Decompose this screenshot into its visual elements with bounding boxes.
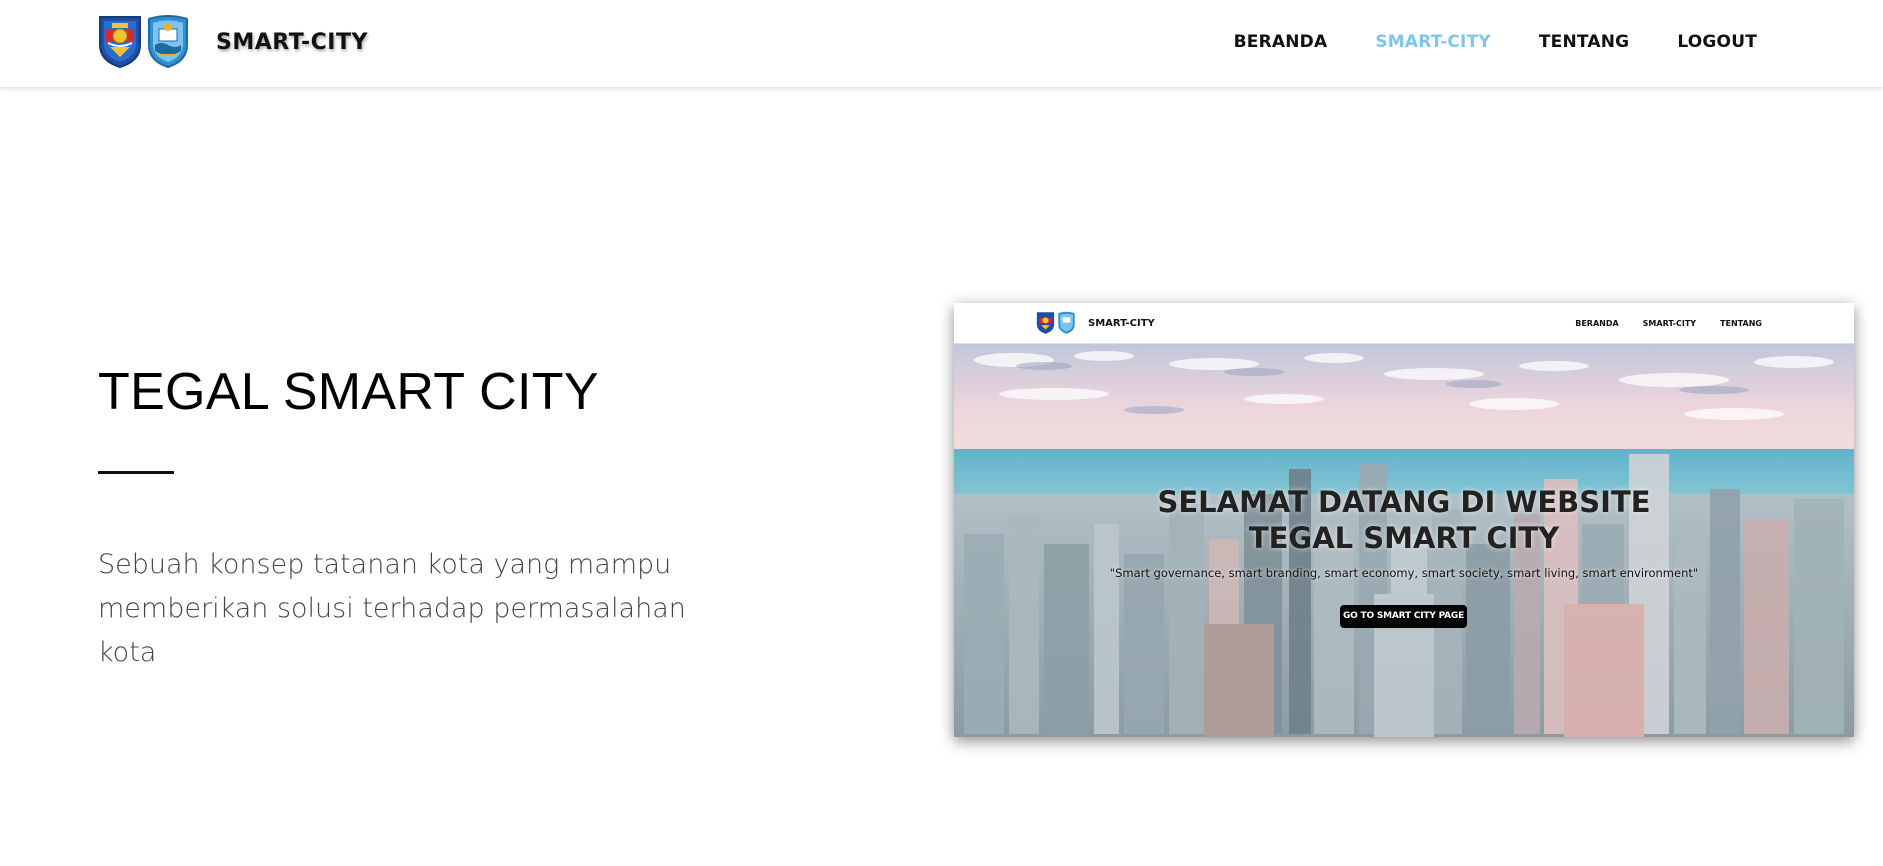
tegal-city-crest-icon <box>1057 311 1076 335</box>
tegal-city-crest-icon <box>146 15 190 69</box>
preview-navbar: SMART-CITY BERANDA SMART-CITY TENTANG <box>954 303 1854 344</box>
nav-link-logout[interactable]: LOGOUT <box>1677 32 1757 52</box>
preview-hero: SELAMAT DATANG DI WEBSITE TEGAL SMART CI… <box>954 344 1854 737</box>
preview-nav-link-smart-city: SMART-CITY <box>1642 319 1697 328</box>
website-preview-image: SMART-CITY BERANDA SMART-CITY TENTANG SE… <box>954 303 1854 737</box>
title-divider <box>98 471 174 474</box>
top-navbar: SMART-CITY BERANDA SMART-CITY TENTANG LO… <box>0 0 1883 87</box>
nav-links: BERANDA SMART-CITY TENTANG LOGOUT <box>1186 0 1757 84</box>
preview-go-to-smart-city-button: GO TO SMART CITY PAGE <box>1340 605 1467 628</box>
preview-subtitle: "Smart governance, smart branding, smart… <box>1109 566 1699 580</box>
nav-link-tentang[interactable]: TENTANG <box>1539 32 1629 52</box>
preview-welcome-line1: SELAMAT DATANG DI WEBSITE <box>1157 485 1651 519</box>
preview-nav-link-beranda: BERANDA <box>1575 319 1619 328</box>
preview-welcome-heading: SELAMAT DATANG DI WEBSITE TEGAL SMART CI… <box>954 484 1854 556</box>
nav-link-beranda[interactable]: BERANDA <box>1234 32 1328 52</box>
preview-nav-links: BERANDA SMART-CITY TENTANG <box>1551 303 1762 344</box>
preview-brand: SMART-CITY <box>1036 311 1155 335</box>
nav-link-smart-city[interactable]: SMART-CITY <box>1375 32 1491 52</box>
preview-welcome-line2: TEGAL SMART CITY <box>1248 521 1560 555</box>
hero-description: Sebuah konsep tatanan kota yang mampu me… <box>98 549 686 668</box>
central-java-crest-icon <box>1036 311 1055 335</box>
preview-nav-link-tentang: TENTANG <box>1720 319 1762 328</box>
central-java-crest-icon <box>98 15 142 69</box>
brand-title: SMART-CITY <box>216 29 368 55</box>
page-title: TEGAL SMART CITY <box>98 363 599 421</box>
preview-brand-title: SMART-CITY <box>1088 317 1155 329</box>
brand[interactable]: SMART-CITY <box>98 15 368 69</box>
